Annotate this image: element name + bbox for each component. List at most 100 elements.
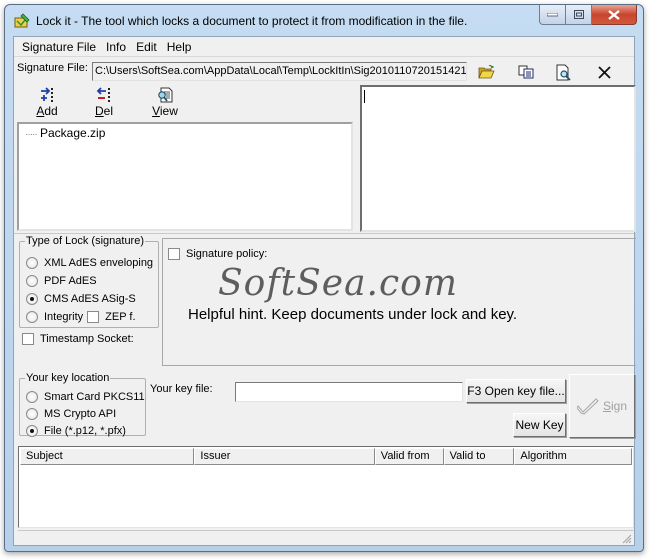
signature-policy-label: Signature policy: [186, 248, 268, 260]
client-area: Signature File Info Edit Help Signature … [13, 36, 636, 546]
radio-ms-crypto[interactable]: MS Crypto API [26, 408, 116, 420]
timestamp-checkbox[interactable]: Timestamp Socket: [22, 333, 134, 345]
maximize-icon [573, 10, 584, 19]
lock-type-legend: Type of Lock (signature) [26, 235, 145, 247]
sign-check-icon [576, 398, 599, 415]
zep-checkbox[interactable]: ZEP f. [87, 311, 136, 323]
table-header: Subject Issuer Valid from Valid to Algor… [20, 448, 632, 465]
policy-panel: Signature policy: SoftSea.com Helpful hi… [162, 238, 636, 366]
copy-button[interactable] [517, 63, 535, 81]
radio-xml-ades[interactable]: XML AdES enveloping [26, 257, 153, 269]
remove-icon [96, 87, 110, 102]
column-issuer[interactable]: Issuer [194, 448, 375, 465]
preview-icon [556, 64, 571, 81]
minimize-button[interactable] [539, 5, 566, 25]
radio-indicator [26, 257, 38, 269]
key-location-group: Your key location Smart Card PKCS11 MS C… [19, 372, 146, 437]
maximize-button[interactable] [566, 5, 592, 25]
radio-cms-ades[interactable]: CMS AdES ASig-S [26, 293, 136, 305]
radio-indicator [26, 391, 38, 403]
del-label: el [103, 104, 113, 118]
column-valid-to[interactable]: Valid to [443, 448, 515, 465]
radio-label: PDF AdES [44, 275, 97, 287]
tree-item-label: Package.zip [40, 126, 106, 140]
radio-indicator [26, 408, 38, 420]
sign-button[interactable]: Sign [569, 374, 635, 438]
files-pane: Add Del View ····· Package.zip [17, 85, 353, 232]
text-caret [364, 90, 365, 103]
tree-item[interactable]: ····· Package.zip [25, 126, 105, 140]
open-folder-icon [477, 65, 495, 79]
watermark: SoftSea.com [218, 263, 458, 304]
checkbox-box [87, 311, 100, 323]
lock-type-group: Type of Lock (signature) XML AdES envelo… [19, 235, 159, 328]
sign-label-accel: S [602, 399, 611, 413]
status-bar [18, 530, 634, 545]
app-window: Lock it - The tool which locks a documen… [4, 4, 644, 552]
title-bar[interactable]: Lock it - The tool which locks a documen… [5, 5, 643, 35]
new-key-button[interactable]: New Key [513, 413, 566, 437]
radio-label: File (*.p12, *.pfx) [44, 425, 126, 437]
radio-integrity[interactable]: Integrity ZEP f. [26, 311, 136, 323]
checkbox-box [22, 333, 34, 345]
open-folder-button[interactable] [477, 63, 495, 81]
key-file-label: Your key file: [150, 383, 213, 395]
signature-file-field[interactable]: C:\Users\SoftSea.com\AppData\Local\Temp\… [92, 62, 467, 81]
clear-button[interactable] [595, 63, 613, 81]
checkbox-box [168, 248, 180, 260]
timestamp-label: Timestamp Socket: [40, 333, 134, 345]
tree-connector: ····· [25, 129, 38, 140]
radio-label: CMS AdES ASig-S [44, 293, 136, 305]
radio-file[interactable]: File (*.p12, *.pfx) [26, 425, 126, 437]
signature-text-area[interactable] [360, 85, 636, 232]
files-tree[interactable]: ····· Package.zip [17, 122, 353, 231]
app-lock-icon [14, 13, 30, 28]
radio-label: MS Crypto API [44, 408, 117, 420]
copy-icon [518, 65, 534, 79]
signature-file-row: Signature File: C:\Users\SoftSea.com\App… [14, 58, 634, 84]
menu-help[interactable]: Help [162, 40, 197, 54]
open-key-file-button[interactable]: F3 Open key file... [466, 379, 566, 403]
del-button[interactable]: Del [84, 87, 124, 121]
sign-label: ign [611, 399, 628, 413]
radio-indicator-selected [26, 425, 38, 437]
radio-indicator [26, 275, 38, 287]
resize-grip-icon[interactable] [620, 532, 632, 544]
menu-bar: Signature File Info Edit Help [14, 37, 634, 57]
preview-button[interactable] [555, 63, 573, 81]
view-label: iew [159, 104, 178, 118]
column-algorithm[interactable]: Algorithm [514, 448, 632, 465]
del-label-accel: D [94, 104, 104, 118]
signature-policy-checkbox[interactable]: Signature policy: [168, 248, 267, 260]
column-subject[interactable]: Subject [20, 448, 195, 465]
key-file-input[interactable] [235, 382, 463, 402]
radio-label: Smart Card PKCS11 [44, 391, 145, 403]
radio-indicator [26, 311, 38, 323]
add-icon [41, 87, 53, 102]
signature-file-label: Signature File: [17, 62, 88, 74]
radio-indicator-selected [26, 293, 38, 305]
radio-pdf-ades[interactable]: PDF AdES [26, 275, 97, 287]
menu-info[interactable]: Info [101, 40, 131, 54]
radio-smart-card[interactable]: Smart Card PKCS11 [26, 391, 145, 403]
helpful-hint: Helpful hint. Keep documents under lock … [188, 306, 518, 323]
radio-label: Integrity [44, 311, 84, 323]
view-label-accel: V [152, 104, 160, 118]
add-button[interactable]: Add [27, 87, 67, 121]
file-button-bar: Add Del View [17, 85, 353, 121]
close-icon [608, 9, 620, 20]
minimize-icon [547, 12, 558, 16]
column-valid-from[interactable]: Valid from [374, 448, 444, 465]
delete-icon [597, 65, 611, 79]
view-document-icon [158, 87, 173, 103]
close-button[interactable] [592, 5, 637, 25]
menu-signature-file[interactable]: Signature File [17, 40, 101, 54]
menu-edit[interactable]: Edit [131, 40, 162, 54]
add-label: dd [44, 104, 58, 118]
window-title: Lock it - The tool which locks a documen… [36, 14, 468, 28]
certificate-table[interactable]: Subject Issuer Valid from Valid to Algor… [18, 446, 634, 528]
radio-label: XML AdES enveloping [44, 257, 154, 269]
key-location-legend: Your key location [26, 372, 110, 384]
pane-splitter[interactable] [14, 233, 634, 234]
view-button[interactable]: View [145, 87, 185, 121]
